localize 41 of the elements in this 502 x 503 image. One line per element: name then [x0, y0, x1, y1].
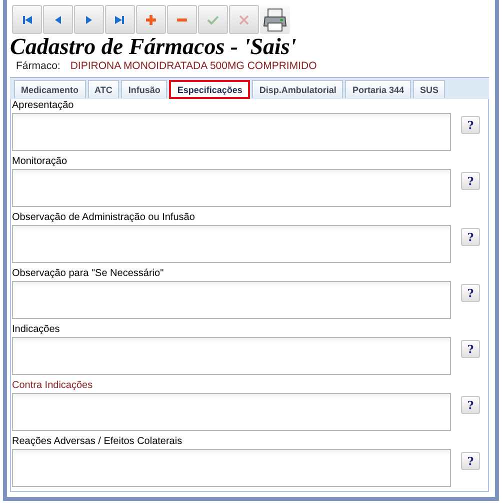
help-button[interactable]: ? [461, 284, 480, 302]
printer-icon [263, 8, 287, 32]
text-area[interactable] [12, 169, 451, 207]
tab[interactable]: Medicamento [14, 80, 86, 98]
last-record-button[interactable] [105, 5, 135, 34]
text-area[interactable] [12, 449, 451, 487]
text-area[interactable] [12, 281, 451, 319]
field-label: Indicações [12, 323, 60, 337]
help-button[interactable]: ? [461, 228, 480, 246]
text-area[interactable] [12, 393, 451, 431]
field-label: Observação de Administração ou Infusão [12, 211, 195, 225]
text-area[interactable] [12, 337, 451, 375]
help-button[interactable]: ? [461, 452, 480, 470]
help-button[interactable]: ? [461, 172, 480, 190]
field-label: Monitoração [12, 155, 68, 169]
text-area[interactable] [12, 113, 451, 151]
next-button[interactable] [74, 5, 104, 34]
tab[interactable]: ATC [88, 80, 120, 98]
printer-button[interactable] [260, 5, 290, 34]
previous-button[interactable] [43, 5, 73, 34]
tab[interactable]: Infusão [121, 80, 168, 98]
tab[interactable]: Portaria 344 [345, 80, 411, 98]
minus-button[interactable] [167, 5, 197, 34]
tab[interactable]: SUS [412, 80, 446, 98]
drug-name: DIPIRONA MONOIDRATADA 500MG COMPRIMIDO [70, 59, 317, 73]
field-label: Observação para "Se Necessário" [12, 267, 164, 281]
field-label: Apresentação [12, 99, 74, 113]
close-icon [237, 12, 251, 26]
text-area[interactable] [12, 225, 451, 263]
help-button[interactable]: ? [461, 396, 480, 414]
plus-button[interactable] [136, 5, 166, 34]
tab[interactable]: Especificações [169, 80, 250, 99]
tab[interactable]: Disp.Ambulatorial [252, 80, 344, 98]
first-record-button[interactable] [12, 5, 42, 34]
help-button[interactable]: ? [461, 116, 480, 134]
field-label: Reações Adversas / Efeitos Colaterais [12, 435, 182, 449]
field-label: Contra Indicações [12, 379, 93, 393]
form-title: Cadastro de Fármacos - 'Sais' [10, 35, 298, 59]
drug-label: Fármaco: [16, 59, 60, 73]
plus-icon [144, 12, 158, 26]
help-button[interactable]: ? [461, 340, 480, 358]
